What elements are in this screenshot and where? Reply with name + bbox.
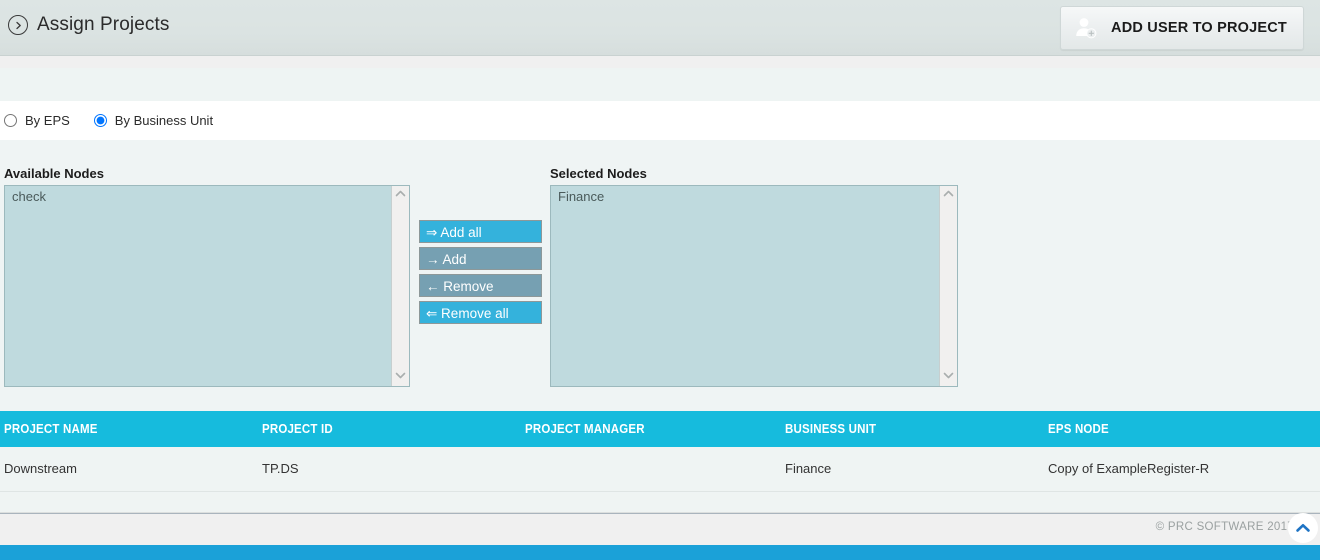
assign-projects-page: Assign Projects ADD USER TO PROJECT By E… [0,0,1320,560]
add-all-button[interactable]: ⇒ Add all [419,220,542,243]
page-title-group: Assign Projects [8,14,169,36]
cell-eps-node: Copy of ExampleRegister-R [1048,447,1320,492]
bottom-accent-bar [0,545,1320,560]
add-button[interactable]: → Add [419,247,542,270]
cell-business-unit: Finance [785,447,1048,492]
add-user-to-project-label: ADD USER TO PROJECT [1111,20,1287,36]
cell-project-manager [525,447,785,492]
available-nodes-label: Available Nodes [4,166,104,181]
radio-by-business-unit-label[interactable]: By Business Unit [115,113,213,128]
chevron-up-icon[interactable] [395,190,406,200]
projects-table: PROJECT NAME PROJECT ID PROJECT MANAGER … [0,411,1320,492]
copyright-text: © PRC SOFTWARE 2017 [1155,521,1294,533]
header-spacer-band [0,68,1320,101]
add-user-to-project-button[interactable]: ADD USER TO PROJECT [1060,6,1304,50]
selected-nodes-listbox[interactable]: Finance [550,185,958,387]
table-header-row: PROJECT NAME PROJECT ID PROJECT MANAGER … [0,411,1320,447]
selected-nodes-scrollbar[interactable] [939,186,957,386]
available-nodes-scrollbar[interactable] [391,186,409,386]
node-transfer-section: Available Nodes check ⇒ Add all → Add ← … [0,140,1320,411]
filter-mode-radio-group: By EPS By Business Unit [0,101,1320,140]
chevron-right-circle-icon[interactable] [8,15,28,35]
remove-button[interactable]: ← Remove [419,274,542,297]
selected-nodes-label: Selected Nodes [550,166,647,181]
list-item[interactable]: Finance [551,186,957,205]
column-header-project-manager[interactable]: PROJECT MANAGER [525,411,785,447]
radio-by-eps-label[interactable]: By EPS [25,113,70,128]
page-title: Assign Projects [37,14,170,35]
cell-project-id: TP.DS [262,447,525,492]
column-header-project-id[interactable]: PROJECT ID [262,411,525,447]
chevron-down-icon[interactable] [943,372,954,382]
column-header-business-unit[interactable]: BUSINESS UNIT [785,411,1048,447]
transfer-buttons: ⇒ Add all → Add ← Remove ⇐ Remove all [419,220,542,328]
add-user-icon [1073,15,1099,41]
chevron-up-icon[interactable] [943,190,954,200]
column-header-eps-node[interactable]: EPS NODE [1048,411,1320,447]
table-bottom-spacer [0,493,1320,513]
remove-all-button[interactable]: ⇐ Remove all [419,301,542,324]
radio-by-business-unit[interactable]: By Business Unit [93,113,213,128]
table-row[interactable]: Downstream TP.DS Finance Copy of Example… [0,447,1320,492]
column-header-project-name[interactable]: PROJECT NAME [0,411,262,447]
page-header: Assign Projects ADD USER TO PROJECT [0,0,1320,56]
chevron-down-icon[interactable] [395,372,406,382]
page-footer: © PRC SOFTWARE 2017 [0,513,1320,545]
cell-project-name: Downstream [0,447,262,492]
radio-by-eps[interactable]: By EPS [4,113,70,128]
available-nodes-listbox[interactable]: check [4,185,410,387]
scroll-to-top-button[interactable] [1288,513,1318,543]
radio-by-business-unit-input[interactable] [93,114,107,127]
header-divider-strip [0,56,1320,68]
list-item[interactable]: check [5,186,409,205]
radio-by-eps-input[interactable] [4,114,17,127]
